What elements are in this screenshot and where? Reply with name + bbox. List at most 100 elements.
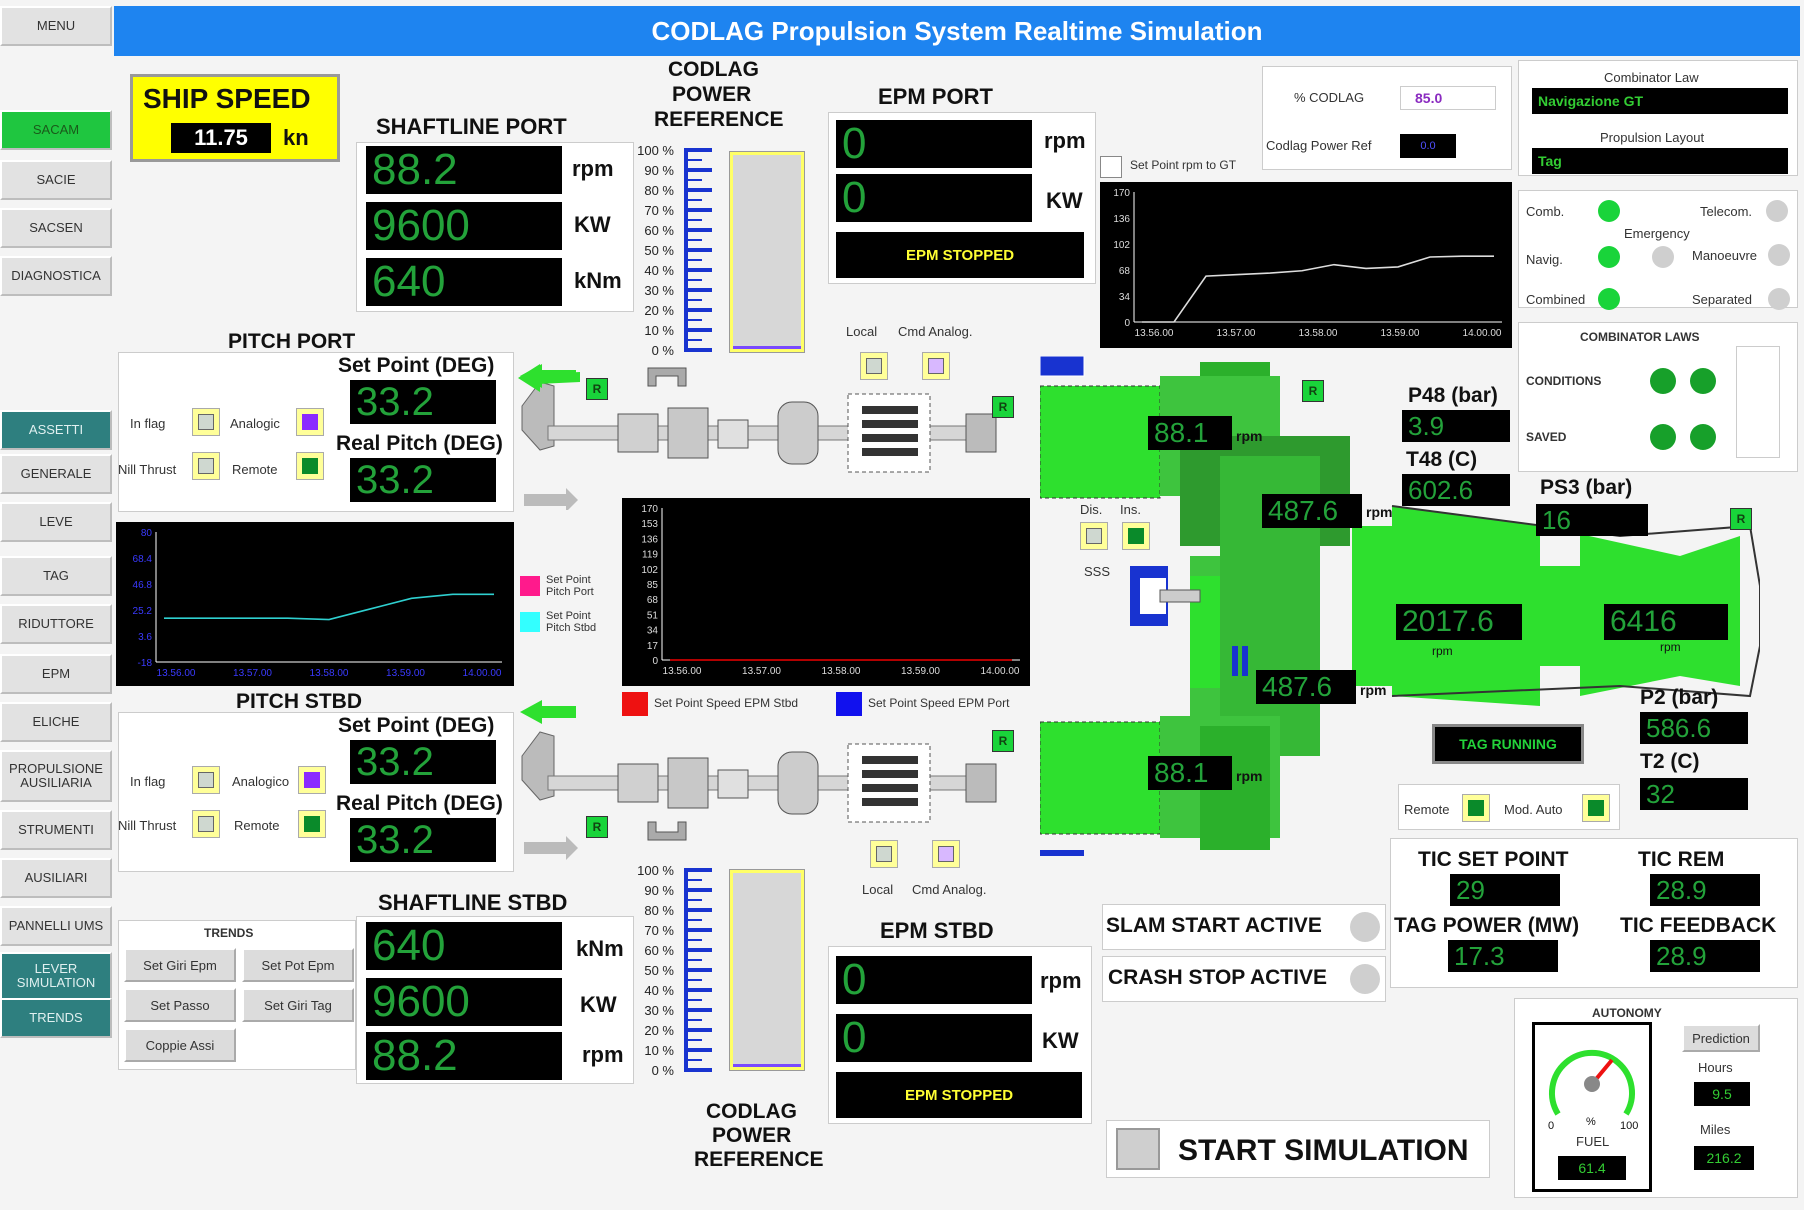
cmd-toggle-bot[interactable]	[932, 840, 960, 868]
scale-tick-mark	[686, 268, 712, 272]
sidebar-item-sacsen[interactable]: SACSEN	[0, 208, 112, 248]
sidebar-item-epm[interactable]: EPM	[0, 654, 112, 694]
start-sim-label[interactable]: START SIMULATION	[1178, 1134, 1469, 1168]
chart-y-tick-label: 0	[1124, 318, 1130, 329]
scale-tick-mark	[686, 188, 712, 192]
pitch-stbd-analogic-label: Analogico	[232, 774, 290, 789]
pitch-port-nill-toggle[interactable]	[192, 452, 220, 480]
sidebar-item-strumenti[interactable]: STRUMENTI	[0, 810, 112, 850]
sidebar-item-menu[interactable]: MENU	[0, 6, 112, 46]
ship-speed-value: 11.75	[171, 123, 271, 153]
remote-badge-epm-port: R	[992, 396, 1014, 418]
chart-y-tick-label: 136	[641, 534, 658, 545]
sidebar-item-tag[interactable]: TAG	[0, 556, 112, 596]
scale-minor-tick	[688, 939, 702, 941]
codlag-ref-fill-bot	[733, 1064, 801, 1067]
sidebar-item-sacam[interactable]: SACAM	[0, 110, 112, 150]
set-giri-epm-button[interactable]: Set Giri Epm	[124, 948, 236, 982]
chart-x-tick-label: 13.56.00	[663, 666, 702, 677]
ship-speed-panel: SHIP SPEED 11.75 kn	[130, 74, 340, 162]
local-label-top: Local	[846, 324, 878, 339]
scale-tick-mark	[686, 1068, 712, 1072]
sidebar-item-assetti[interactable]: ASSETTI	[0, 410, 112, 450]
chart-x-tick-label: 13.58.00	[822, 666, 861, 677]
pitch-port-analogic-toggle[interactable]	[296, 408, 324, 436]
shaftline-stbd-kw: 9600	[366, 977, 562, 1026]
propulsion-layout-value[interactable]: Tag	[1532, 148, 1788, 174]
engine-rpm-bot-unit: rpm	[1236, 768, 1263, 784]
p2-value: 586.6	[1640, 712, 1748, 744]
sidebar-item-lever-simulation[interactable]: LEVER SIMULATION	[0, 952, 112, 1000]
pitch-port-inflag-toggle[interactable]	[192, 408, 220, 436]
chart-y-tick-label: 102	[1113, 240, 1130, 251]
sss-ins-toggle[interactable]	[1122, 522, 1150, 550]
pitch-port-rp: 33.2	[350, 458, 496, 502]
shaftline-port-knm: 640	[366, 257, 562, 306]
hours-value: 9.5	[1694, 1082, 1750, 1106]
set-giri-tag-button[interactable]: Set Giri Tag	[242, 988, 354, 1022]
scale-tick-mark	[686, 888, 712, 892]
sss-ins-label: Ins.	[1120, 502, 1141, 517]
tag-mod-auto-toggle[interactable]	[1582, 794, 1610, 822]
sss-dis-toggle[interactable]	[1080, 522, 1108, 550]
pitch-port-remote-label: Remote	[232, 462, 278, 477]
chart-x-tick-label: 13.58.00	[1299, 328, 1338, 339]
coppie-assi-button[interactable]: Coppie Assi	[124, 1028, 236, 1062]
local-toggle-top[interactable]	[860, 352, 888, 380]
remote-badge-epm-stbd: R	[992, 730, 1014, 752]
set-passo-button[interactable]: Set Passo	[124, 988, 236, 1022]
sidebar-item-generale[interactable]: GENERALE	[0, 454, 112, 494]
sidebar-item-diagnostica[interactable]: DIAGNOSTICA	[0, 256, 112, 296]
scale-tick-mark	[686, 308, 712, 312]
pitch-stbd-analogic-toggle[interactable]	[298, 766, 326, 794]
pitch-port-rp-label: Real Pitch (DEG)	[336, 432, 503, 455]
combinator-law-label: Combinator Law	[1604, 70, 1699, 85]
start-sim-checkbox[interactable]	[1116, 1128, 1160, 1170]
engine-rpm-top: 88.1	[1148, 416, 1232, 450]
mode-separated-label: Separated	[1692, 292, 1752, 307]
prediction-button[interactable]: Prediction	[1682, 1024, 1760, 1052]
epm-port-rpm-unit: rpm	[1044, 128, 1086, 153]
set-pot-epm-button[interactable]: Set Pot Epm	[242, 948, 354, 982]
combinator-law-value[interactable]: Navigazione GT	[1532, 88, 1788, 114]
codlag-box	[1262, 66, 1512, 170]
scale-minor-tick	[688, 299, 702, 301]
pitch-stbd-inflag-toggle[interactable]	[192, 766, 220, 794]
sidebar-item-riduttore[interactable]: RIDUTTORE	[0, 604, 112, 644]
chart-y-tick-label: -18	[138, 658, 153, 669]
crash-label: CRASH STOP ACTIVE	[1108, 966, 1327, 989]
scale-tick-label: 20 %	[644, 303, 674, 318]
setpoint-checkbox[interactable]	[1100, 156, 1122, 178]
pitch-stbd-label: PITCH STBD	[236, 690, 362, 713]
tag-remote-toggle[interactable]	[1462, 794, 1490, 822]
codlag-ref-value[interactable]: 0.0	[1400, 134, 1456, 158]
codlag-ref-bar-bot	[729, 869, 805, 1071]
sidebar-item-ausiliari[interactable]: AUSILIARI	[0, 858, 112, 898]
cmd-toggle-top[interactable]	[922, 352, 950, 380]
scale-minor-tick	[688, 159, 702, 161]
mode-combined-label: Combined	[1526, 292, 1586, 307]
chart-background	[622, 498, 1030, 686]
chart-y-tick-label: 102	[641, 565, 658, 576]
fuel-gauge-pct: %	[1586, 1116, 1596, 1128]
fuel-gauge-min: 0	[1548, 1120, 1555, 1132]
pitch-stbd-nill-toggle[interactable]	[192, 810, 220, 838]
codlag-ref-top-l3: REFERENCE	[654, 108, 784, 131]
mode-combined-led	[1598, 288, 1620, 310]
chart-x-tick-label: 13.58.00	[310, 668, 349, 679]
scale-tick-label: 50 %	[644, 963, 674, 978]
sidebar-item-eliche[interactable]: ELICHE	[0, 702, 112, 742]
sidebar-item-propulsione-ausiliaria[interactable]: PROPULSIONE AUSILIARIA	[0, 750, 112, 802]
tic-setpoint-value: 29	[1450, 874, 1560, 906]
pitch-port-remote-toggle[interactable]	[296, 452, 324, 480]
sidebar-item-pannelli-ums[interactable]: PANNELLI UMS	[0, 906, 112, 946]
sidebar-item-sacie[interactable]: SACIE	[0, 160, 112, 200]
shaftline-port-kw-unit: KW	[574, 212, 611, 237]
sidebar-item-trends[interactable]: TRENDS	[0, 998, 112, 1038]
shaftline-stbd-rpm: 88.2	[366, 1031, 562, 1080]
local-toggle-bot[interactable]	[870, 840, 898, 868]
sidebar-item-leve[interactable]: LEVE	[0, 502, 112, 542]
scale-tick-label: 40 %	[644, 983, 674, 998]
pitch-stbd-remote-toggle[interactable]	[298, 810, 326, 838]
chart-x-tick-label: 13.57.00	[742, 666, 781, 677]
